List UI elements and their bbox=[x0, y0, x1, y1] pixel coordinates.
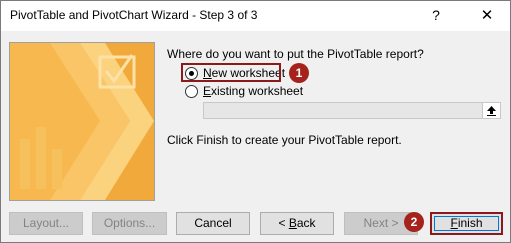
collapse-arrow-graphic bbox=[487, 106, 496, 116]
existing-worksheet-radio[interactable] bbox=[185, 84, 198, 98]
finish-instruction: Click Finish to create your PivotTable r… bbox=[167, 133, 402, 147]
close-icon[interactable]: ✕ bbox=[475, 5, 499, 27]
collapse-dialog-icon[interactable] bbox=[482, 103, 500, 118]
callout-badge-2: 2 bbox=[404, 212, 424, 232]
existing-worksheet-label[interactable]: Existing worksheet bbox=[203, 84, 303, 98]
cancel-button[interactable]: Cancel bbox=[176, 212, 250, 235]
title-bar: PivotTable and PivotChart Wizard - Step … bbox=[1, 1, 510, 31]
new-worksheet-highlight bbox=[181, 63, 281, 82]
placement-question: Where do you want to put the PivotTable … bbox=[167, 47, 424, 61]
layout-button[interactable]: Layout... bbox=[9, 212, 83, 235]
location-range-input[interactable] bbox=[204, 103, 488, 118]
back-button[interactable]: < Back bbox=[260, 212, 334, 235]
existing-worksheet-option[interactable]: Existing worksheet bbox=[185, 82, 303, 100]
options-button[interactable]: Options... bbox=[92, 212, 167, 235]
finish-button[interactable]: Finish bbox=[430, 212, 503, 235]
help-icon[interactable]: ? bbox=[428, 7, 444, 25]
focus-ring bbox=[434, 216, 499, 231]
wizard-illustration bbox=[9, 42, 155, 201]
wizard-art-graphic bbox=[10, 43, 154, 200]
window-title: PivotTable and PivotChart Wizard - Step … bbox=[10, 8, 258, 22]
callout-badge-1: 1 bbox=[289, 63, 309, 83]
pivot-wizard-dialog: PivotTable and PivotChart Wizard - Step … bbox=[0, 0, 511, 243]
location-range-field bbox=[203, 102, 501, 119]
